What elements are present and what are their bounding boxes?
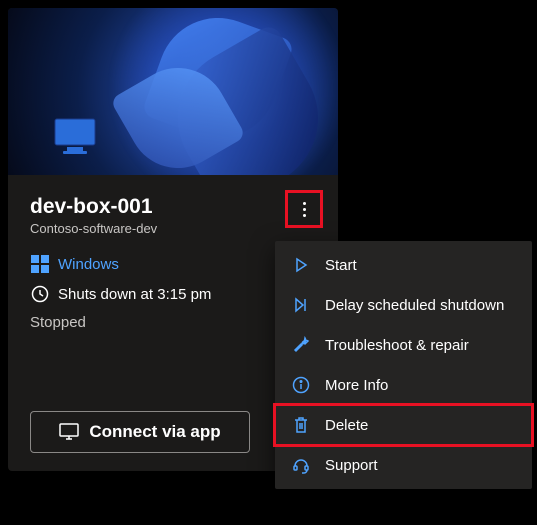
menu-item-label: Delay scheduled shutdown <box>325 297 504 314</box>
menu-item-label: Support <box>325 457 378 474</box>
os-label: Windows <box>58 256 119 273</box>
connect-via-app-button[interactable]: Connect via app <box>30 411 250 453</box>
menu-item-delete[interactable]: Delete <box>275 405 532 445</box>
info-icon <box>291 375 311 395</box>
menu-item-delay[interactable]: Delay scheduled shutdown <box>275 285 532 325</box>
menu-item-support[interactable]: Support <box>275 445 532 485</box>
play-icon <box>291 255 311 275</box>
more-actions-button[interactable] <box>288 193 320 225</box>
menu-item-troubleshoot[interactable]: Troubleshoot & repair <box>275 325 532 365</box>
menu-item-label: More Info <box>325 377 388 394</box>
devbox-subtitle: Contoso-software-dev <box>30 221 316 236</box>
shutdown-schedule: Shuts down at 3:15 pm <box>30 284 316 304</box>
trash-icon <box>291 415 311 435</box>
menu-item-start[interactable]: Start <box>275 245 532 285</box>
clock-icon <box>30 284 50 304</box>
context-menu: Start Delay scheduled shutdown Troublesh… <box>275 241 532 489</box>
status-label: Stopped <box>30 314 316 331</box>
headset-icon <box>291 455 311 475</box>
vertical-dots-icon <box>303 202 306 217</box>
menu-item-label: Start <box>325 257 357 274</box>
connect-label: Connect via app <box>89 422 220 442</box>
desktop-icon <box>59 422 79 442</box>
menu-item-label: Troubleshoot & repair <box>325 337 469 354</box>
windows-icon <box>30 254 50 274</box>
devbox-thumbnail <box>8 8 338 175</box>
menu-item-moreinfo[interactable]: More Info <box>275 365 532 405</box>
monitor-icon <box>53 117 97 157</box>
menu-item-label: Delete <box>325 417 368 434</box>
devbox-title: dev-box-001 <box>30 195 316 219</box>
wrench-icon <box>291 335 311 355</box>
shutdown-text: Shuts down at 3:15 pm <box>58 286 211 303</box>
os-link[interactable]: Windows <box>30 254 316 274</box>
play-next-icon <box>291 295 311 315</box>
